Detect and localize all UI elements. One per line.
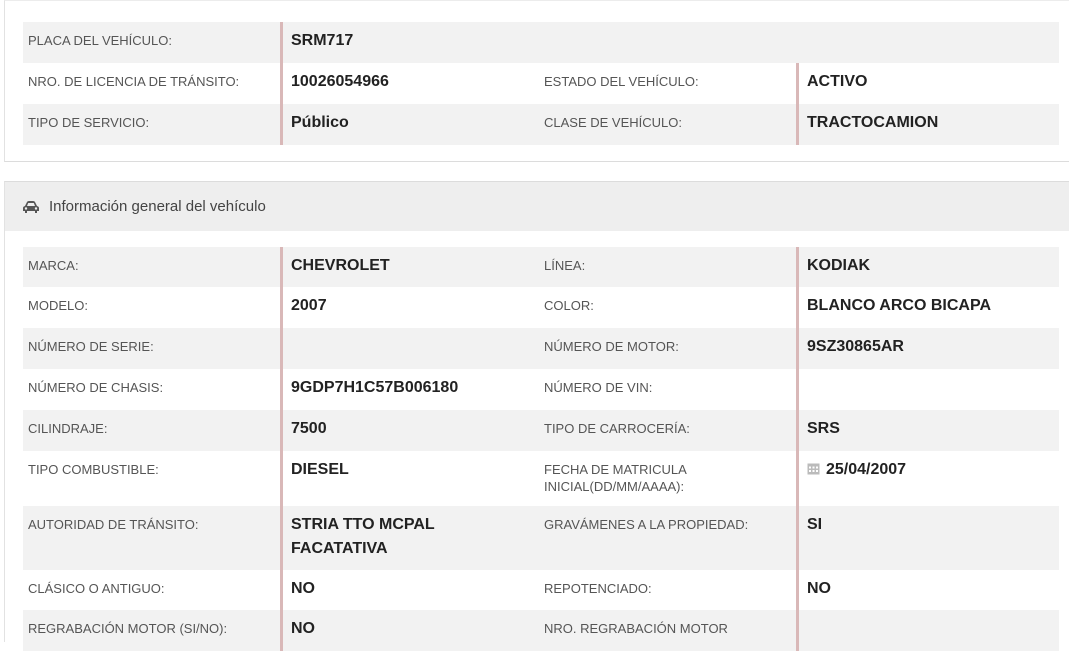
liens-value: SI [796, 506, 1055, 570]
classic-label: CLÁSICO O ANTIGUO: [28, 581, 165, 596]
engine-regrave-label: REGRABACIÓN MOTOR (SI/NO): [28, 621, 228, 636]
traffic-authority-label: AUTORIDAD DE TRÁNSITO: [28, 517, 199, 532]
traffic-authority-value: STRIA TTO MCPAL FACATATIVA [280, 506, 539, 570]
car-icon [23, 200, 39, 213]
table-row: AUTORIDAD DE TRÁNSITO: STRIA TTO MCPAL F… [23, 506, 1059, 570]
chassis-number-label: NÚMERO DE CHASIS: [28, 380, 164, 395]
chassis-number-value: 9GDP7H1C57B006180 [280, 369, 539, 410]
status-label: ESTADO DEL VEHÍCULO: [544, 74, 699, 89]
model-label: MODELO: [28, 298, 88, 313]
table-row: TIPO DE SERVICIO: Público CLASE DE VEHÍC… [23, 104, 1059, 145]
calendar-icon [807, 463, 820, 475]
table-row: NÚMERO DE SERIE: NÚMERO DE MOTOR: 9SZ308… [23, 328, 1059, 369]
engine-number-label: NÚMERO DE MOTOR: [544, 339, 679, 354]
classic-value: NO [280, 570, 539, 610]
registration-date-label: FECHA DE MATRICULA INICIAL(DD/MM/AAAA): [544, 462, 687, 494]
general-info-title: Información general del vehículo [49, 198, 266, 215]
vehicle-class-label: CLASE DE VEHÍCULO: [544, 115, 682, 130]
fuel-type-value: DIESEL [280, 451, 539, 506]
displacement-label: CILINDRAJE: [28, 421, 108, 436]
plate-label: PLACA DEL VEHÍCULO: [28, 33, 173, 48]
body-type-label: TIPO DE CARROCERÍA: [544, 421, 690, 436]
table-row: CILINDRAJE: 7500 TIPO DE CARROCERÍA: SRS [23, 410, 1059, 451]
plate-value: SRM717 [280, 22, 539, 63]
service-type-label: TIPO DE SERVICIO: [28, 115, 150, 130]
fuel-type-label: TIPO COMBUSTIBLE: [28, 462, 159, 477]
displacement-value: 7500 [280, 410, 539, 451]
model-value: 2007 [280, 287, 539, 328]
general-info-panel: Información general del vehículo MARCA: … [4, 181, 1069, 651]
engine-regrave-value: NO [280, 610, 539, 651]
vin-number-label: NÚMERO DE VIN: [544, 380, 653, 395]
table-row: CLÁSICO O ANTIGUO: NO REPOTENCIADO: NO [23, 570, 1059, 610]
body-type-value: SRS [796, 410, 1055, 451]
license-value: 10026054966 [280, 63, 539, 104]
table-row: PLACA DEL VEHÍCULO: SRM717 [23, 22, 1059, 63]
serial-number-label: NÚMERO DE SERIE: [28, 339, 154, 354]
table-row: MARCA: CHEVROLET LÍNEA: KODIAK [23, 247, 1059, 287]
table-row: MODELO: 2007 COLOR: BLANCO ARCO BICAPA [23, 287, 1059, 328]
color-label: COLOR: [544, 298, 594, 313]
line-label: LÍNEA: [544, 258, 586, 273]
vin-number-value [796, 369, 1055, 410]
table-row: REGRABACIÓN MOTOR (SI/NO): NO NRO. REGRA… [23, 610, 1059, 651]
table-row: TIPO COMBUSTIBLE: DIESEL FECHA DE MATRIC… [23, 451, 1059, 506]
engine-regrave-number-value [796, 610, 1055, 651]
serial-number-value [280, 328, 539, 369]
registration-date-text: 25/04/2007 [826, 461, 907, 478]
engine-regrave-number-label: NRO. REGRABACIÓN MOTOR [544, 621, 728, 636]
service-type-value: Público [280, 104, 539, 145]
line-value: KODIAK [796, 247, 1055, 287]
status-value: ACTIVO [796, 63, 1055, 104]
table-row: NRO. DE LICENCIA DE TRÁNSITO: 1002605496… [23, 63, 1059, 104]
brand-value: CHEVROLET [280, 247, 539, 287]
liens-label: GRAVÁMENES A LA PROPIEDAD: [544, 517, 749, 532]
vehicle-summary-panel: PLACA DEL VEHÍCULO: SRM717 NRO. DE LICEN… [4, 0, 1069, 162]
brand-label: MARCA: [28, 258, 79, 273]
license-label: NRO. DE LICENCIA DE TRÁNSITO: [28, 74, 240, 89]
general-info-header[interactable]: Información general del vehículo [5, 182, 1069, 231]
repowered-value: NO [796, 570, 1055, 610]
engine-number-value: 9SZ30865AR [796, 328, 1055, 369]
color-value: BLANCO ARCO BICAPA [796, 287, 1055, 328]
repowered-label: REPOTENCIADO: [544, 581, 652, 596]
table-row: NÚMERO DE CHASIS: 9GDP7H1C57B006180 NÚME… [23, 369, 1059, 410]
registration-date-value: 25/04/2007 [796, 451, 1055, 506]
vehicle-class-value: TRACTOCAMION [796, 104, 1055, 145]
